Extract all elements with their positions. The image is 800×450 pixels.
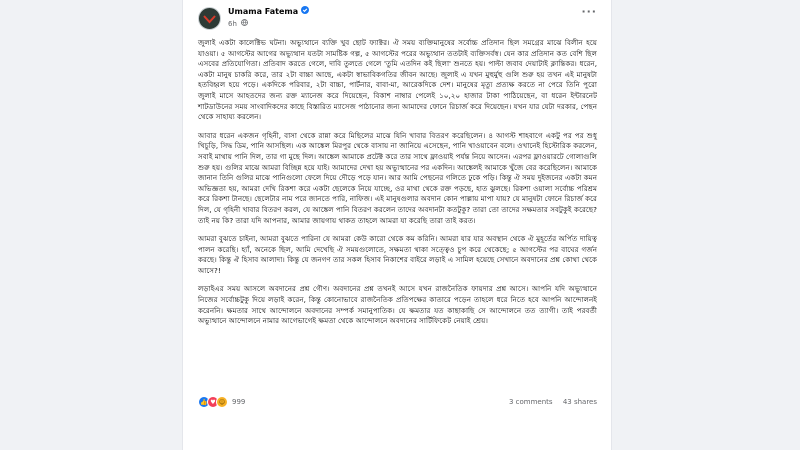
avatar-logo-icon bbox=[203, 14, 216, 23]
verified-badge-icon bbox=[301, 6, 310, 17]
post-header: Umama Fatema 6h bbox=[198, 6, 597, 38]
care-icon: ☺ bbox=[216, 396, 228, 408]
post-paragraph: আমরা বুঝতে চাইনা, আমরা বুঝতে পারিনা যে আ… bbox=[198, 234, 597, 275]
engagement-stats: 3 comments 43 shares bbox=[501, 398, 597, 406]
comments-count-link[interactable]: 3 comments bbox=[509, 398, 553, 406]
author-name[interactable]: Umama Fatema bbox=[228, 6, 298, 17]
author-meta: Umama Fatema 6h bbox=[228, 6, 310, 28]
shares-count-link[interactable]: 43 shares bbox=[563, 398, 597, 406]
post-paragraph: জুলাই একটা কালেক্টিভ ঘটনা। অভ্যুত্থানে ব… bbox=[198, 38, 597, 122]
more-options-icon[interactable]: ··· bbox=[581, 6, 597, 17]
globe-icon bbox=[240, 19, 248, 28]
reactions-summary[interactable]: 👍 ♥ ☺ 999 bbox=[198, 396, 245, 408]
reaction-count: 999 bbox=[232, 398, 246, 406]
post-body: জুলাই একটা কালেক্টিভ ঘটনা। অভ্যুত্থানে ব… bbox=[198, 38, 597, 327]
author-avatar[interactable] bbox=[198, 7, 221, 30]
post-paragraph: লড়াইএর সময় আসলে অবদানের প্রশ্ন গৌণ। অব… bbox=[198, 284, 597, 326]
post-time[interactable]: 6h bbox=[228, 20, 237, 28]
post-footer: 👍 ♥ ☺ 999 3 comments 43 shares bbox=[198, 396, 597, 408]
post-paragraph: আবার ধরেন একজন গৃহিনী, বাসা থেকে রান্না … bbox=[198, 130, 597, 225]
facebook-post: Umama Fatema 6h ··· জুলাই একটা কালেক্টিভ… bbox=[182, 0, 612, 450]
